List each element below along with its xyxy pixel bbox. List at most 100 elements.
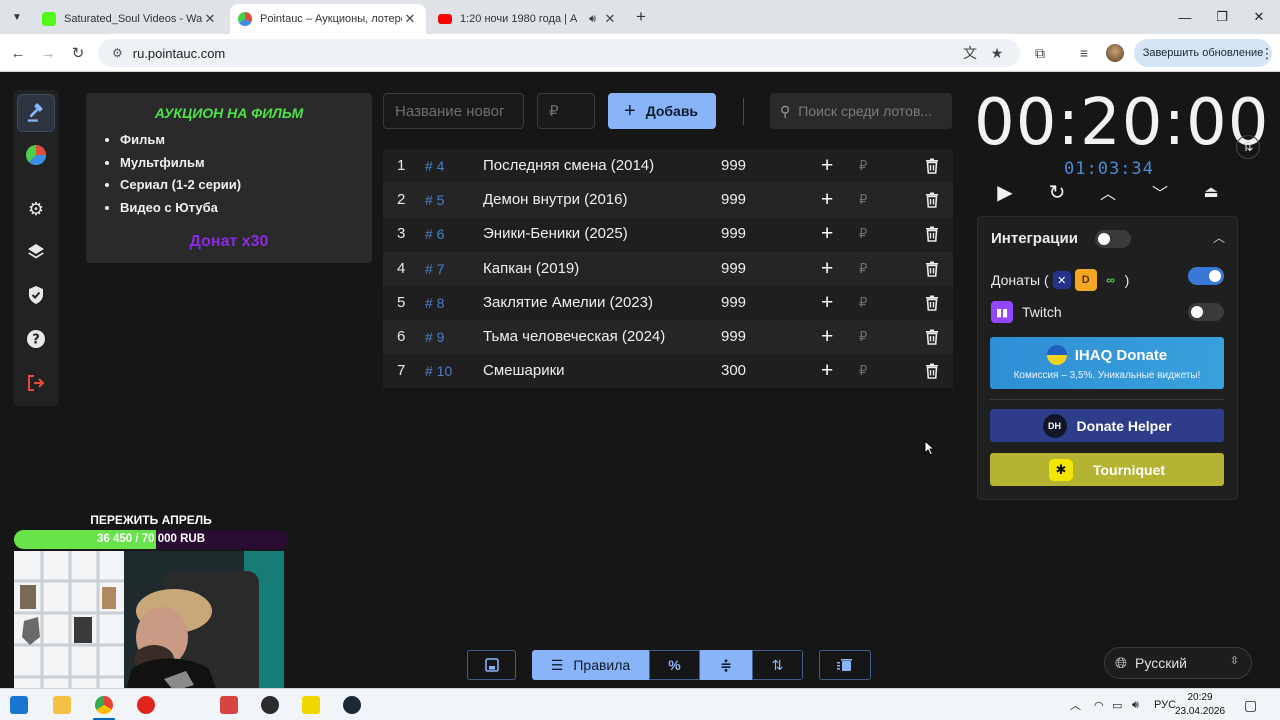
wifi-icon[interactable]: ◠: [1094, 689, 1104, 720]
site-info-icon[interactable]: ⚙: [112, 46, 123, 60]
lot-amount[interactable]: 999: [721, 320, 746, 354]
translate-icon[interactable]: 文: [958, 41, 982, 65]
auction-gavel-icon[interactable]: [17, 94, 55, 132]
delete-trash-icon[interactable]: [925, 286, 939, 320]
delete-trash-icon[interactable]: [925, 320, 939, 354]
lot-name[interactable]: Смешарики: [483, 354, 565, 388]
ihaq-donate-button[interactable]: IHAQ Donate Комиссия – 3,5%. Уникальные …: [990, 337, 1224, 389]
add-amount-plus-icon[interactable]: +: [821, 217, 833, 251]
lot-id-link[interactable]: # 5: [425, 183, 444, 217]
lot-name[interactable]: Эники-Беники (2025): [483, 217, 628, 251]
lot-name-input[interactable]: Название новог: [383, 93, 524, 129]
add-lot-button[interactable]: + Добавь: [608, 93, 716, 129]
finish-update-button[interactable]: Завершить обновление: [1134, 39, 1272, 67]
add-amount-plus-icon[interactable]: +: [821, 354, 833, 388]
lot-amount[interactable]: 999: [721, 217, 746, 251]
lot-amount[interactable]: 999: [721, 286, 746, 320]
new-tab-plus-icon[interactable]: +: [632, 8, 650, 26]
reset-icon[interactable]: ↻: [1042, 179, 1072, 205]
lot-row[interactable]: 4 # 7 Капкан (2019) 999 + ₽: [383, 251, 953, 286]
swap-sort-icon[interactable]: ⇅: [1236, 135, 1260, 159]
delete-trash-icon[interactable]: [925, 183, 939, 217]
lot-row[interactable]: 3 # 6 Эники-Беники (2025) 999 + ₽: [383, 217, 953, 252]
play-icon[interactable]: ▶: [990, 179, 1020, 205]
lot-row[interactable]: 5 # 8 Заклятие Амелии (2023) 999 + ₽: [383, 285, 953, 320]
lot-name[interactable]: Демон внутри (2016): [483, 183, 627, 217]
subtract-time-chevron-down-icon[interactable]: ﹀: [1145, 179, 1175, 205]
tab-youtube[interactable]: 1:20 ночи 1980 года | A 🔊︎ ✕: [430, 4, 626, 34]
notifications-icon[interactable]: ▢: [1244, 689, 1257, 720]
lot-amount-input[interactable]: ₽: [537, 93, 595, 129]
settings-gear-icon[interactable]: ⚙: [17, 190, 55, 228]
lot-row[interactable]: 1 # 4 Последняя смена (2014) 999 + ₽: [383, 149, 953, 184]
steam-icon[interactable]: [343, 696, 361, 714]
lot-row[interactable]: 2 # 5 Демон внутри (2016) 999 + ₽: [383, 183, 953, 218]
integrations-toggle[interactable]: [1095, 230, 1131, 248]
percent-button[interactable]: %: [649, 650, 700, 680]
delete-trash-icon[interactable]: [925, 149, 939, 183]
lot-row[interactable]: 7 # 10 Смешарики 300 + ₽: [383, 354, 953, 389]
wheel-pie-icon[interactable]: [17, 136, 55, 174]
browser-menu-icon[interactable]: ⋮: [1258, 41, 1276, 65]
volume-icon[interactable]: 🔊︎: [1132, 689, 1139, 720]
amount-increment-input[interactable]: ₽: [859, 354, 867, 388]
app-icon[interactable]: [220, 696, 238, 714]
lot-id-link[interactable]: # 7: [425, 252, 444, 286]
add-amount-plus-icon[interactable]: +: [821, 286, 833, 320]
system-clock[interactable]: 20:29 23.04.2026: [1172, 691, 1228, 719]
delete-trash-icon[interactable]: [925, 354, 939, 388]
opera-icon[interactable]: [137, 696, 155, 714]
add-amount-plus-icon[interactable]: +: [821, 320, 833, 354]
extensions-puzzle-icon[interactable]: ⧉: [1028, 41, 1052, 65]
amount-increment-input[interactable]: ₽: [859, 252, 867, 286]
logout-icon[interactable]: [17, 364, 55, 402]
tab-pointauc[interactable]: Pointauc – Аукционы, лотереи ✕: [230, 4, 426, 34]
amount-increment-input[interactable]: ₽: [859, 183, 867, 217]
headphones-app-icon[interactable]: [302, 696, 320, 714]
reload-icon[interactable]: ↻: [66, 41, 90, 65]
close-tab-icon[interactable]: ✕: [402, 11, 418, 27]
speaker-icon[interactable]: 🔊︎: [589, 13, 596, 26]
bookmark-star-icon[interactable]: ★: [985, 41, 1009, 65]
lot-name[interactable]: Последняя смена (2014): [483, 149, 654, 183]
lot-id-link[interactable]: # 10: [425, 354, 452, 388]
rules-toggle-button[interactable]: ☰ Правила: [532, 650, 649, 680]
lot-name[interactable]: Заклятие Амелии (2023): [483, 286, 653, 320]
clear-lots-button[interactable]: [819, 650, 871, 680]
lot-row[interactable]: 6 # 9 Тьма человеческая (2024) 999 + ₽: [383, 319, 953, 355]
lot-name[interactable]: Капкан (2019): [483, 252, 579, 286]
add-amount-plus-icon[interactable]: +: [821, 183, 833, 217]
amount-increment-input[interactable]: ₽: [859, 286, 867, 320]
double-chevron-up-icon[interactable]: ⏏: [1196, 179, 1226, 205]
lot-id-link[interactable]: # 4: [425, 149, 444, 183]
save-button[interactable]: [467, 650, 516, 680]
lot-amount[interactable]: 999: [721, 252, 746, 286]
language-select[interactable]: 🌐︎ Русский ⇳: [1104, 647, 1252, 679]
close-tab-icon[interactable]: ✕: [202, 11, 218, 27]
close-window-icon[interactable]: ✕: [1236, 0, 1280, 34]
obs-icon[interactable]: [261, 696, 279, 714]
tab-search-chevron-icon[interactable]: ▼: [6, 6, 28, 28]
delete-trash-icon[interactable]: [925, 252, 939, 286]
forward-arrow-icon[interactable]: →: [36, 41, 60, 65]
profile-avatar[interactable]: [1106, 44, 1124, 62]
tourniquet-button[interactable]: ✱ Tourniquet: [990, 453, 1224, 486]
battery-icon[interactable]: ▭: [1112, 689, 1122, 720]
windows-start-icon[interactable]: [10, 696, 28, 714]
compact-view-icon[interactable]: ≑: [700, 650, 752, 680]
help-question-icon[interactable]: ?: [17, 320, 55, 358]
lot-id-link[interactable]: # 9: [425, 320, 444, 354]
lot-id-link[interactable]: # 6: [425, 217, 444, 251]
layers-icon[interactable]: [17, 233, 55, 271]
tray-chevron-up-icon[interactable]: ︿: [1070, 689, 1081, 720]
amount-increment-input[interactable]: ₽: [859, 217, 867, 251]
amount-increment-input[interactable]: ₽: [859, 149, 867, 183]
add-time-chevron-up-icon[interactable]: ︿: [1093, 179, 1123, 205]
search-input[interactable]: ⚲ Поиск среди лотов...: [770, 93, 952, 129]
lot-amount[interactable]: 999: [721, 183, 746, 217]
twitch-toggle[interactable]: [1188, 303, 1224, 321]
lot-id-link[interactable]: # 8: [425, 286, 444, 320]
lot-amount[interactable]: 999: [721, 149, 746, 183]
sort-arrows-icon[interactable]: ⇅: [752, 650, 803, 680]
shield-check-icon[interactable]: [17, 276, 55, 314]
